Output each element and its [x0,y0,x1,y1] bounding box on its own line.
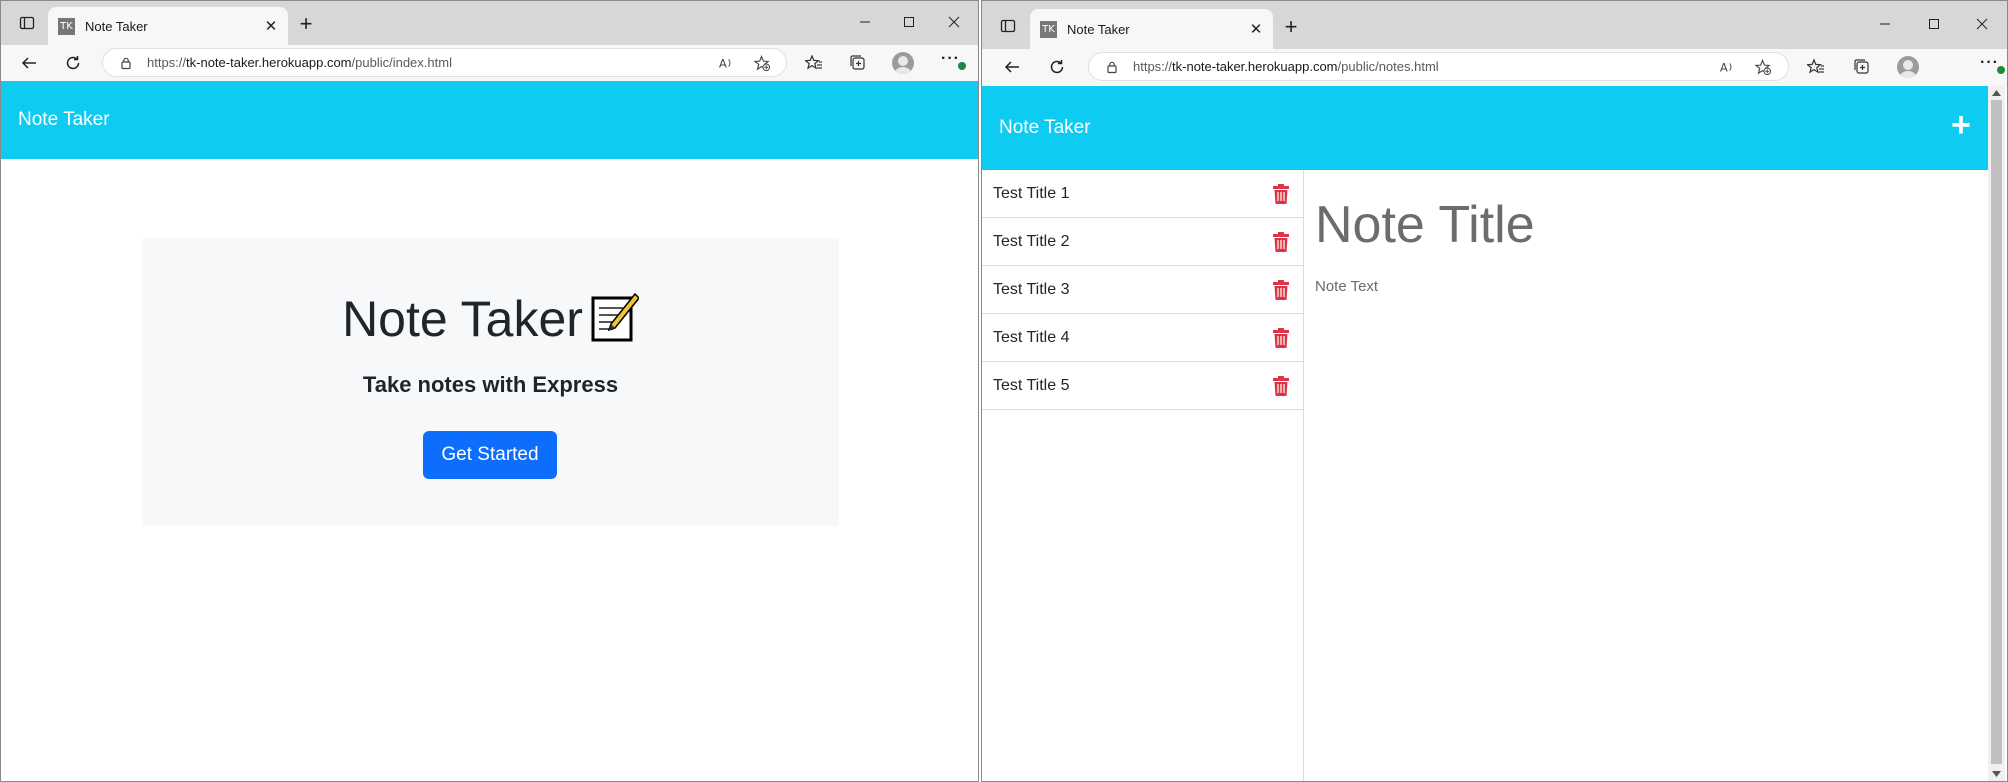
back-icon[interactable] [14,48,44,78]
note-title-input[interactable] [1315,190,1965,260]
scroll-down-icon[interactable] [1992,771,2001,777]
note-list: Test Title 1 Test Title 2 Test Title 3 T… [982,170,1304,781]
memo-icon [591,292,640,342]
lock-icon[interactable] [1105,60,1119,74]
note-list-title[interactable]: Test Title 3 [993,281,1069,299]
list-item[interactable]: Test Title 2 [982,218,1303,266]
navbar: Note Taker + [982,86,1988,170]
browser-toolbar: https://tk-note-taker.herokuapp.com/publ… [982,49,2007,86]
note-list-title[interactable]: Test Title 5 [993,377,1069,395]
page-viewport: Note Taker Note Taker Take notes with Ex… [1,81,978,781]
close-tab-icon[interactable]: ✕ [262,17,280,35]
new-tab-button[interactable]: + [1279,14,1303,39]
hero-subheading: Take notes with Express [362,372,619,397]
refresh-icon[interactable] [1042,52,1072,82]
workspaces-icon[interactable] [13,9,41,37]
scroll-up-icon[interactable] [1992,90,2001,96]
trash-icon[interactable] [1273,376,1289,396]
url-text: https://tk-note-taker.herokuapp.com/publ… [147,55,452,70]
close-window-icon[interactable] [1959,9,2005,39]
trash-icon[interactable] [1273,280,1289,300]
close-window-icon[interactable] [931,7,977,37]
favorites-icon[interactable] [802,51,826,75]
url-text: https://tk-note-taker.herokuapp.com/publ… [1133,59,1439,74]
address-bar[interactable]: https://tk-note-taker.herokuapp.com/publ… [102,48,787,77]
navbar: Note Taker [1,81,978,159]
more-icon[interactable]: ··· [941,50,966,70]
navbar-brand[interactable]: Note Taker [18,109,110,131]
navbar-brand[interactable]: Note Taker [999,117,1091,139]
trash-icon[interactable] [1273,232,1289,252]
trash-icon[interactable] [1273,184,1289,204]
scrollbar-thumb[interactable] [1991,100,2002,764]
svg-text:A: A [719,56,727,70]
tab-note-taker[interactable]: TK Note Taker ✕ [1030,9,1273,49]
page-viewport: Note Taker + Test Title 1 Test Title 2 T… [982,86,2007,781]
profile-icon[interactable] [1897,56,1919,78]
workspaces-icon[interactable] [994,12,1022,40]
refresh-icon[interactable] [58,48,88,78]
lock-icon[interactable] [119,56,133,70]
close-tab-icon[interactable]: ✕ [1247,20,1265,38]
note-editor [1305,170,1988,781]
collections-icon[interactable] [846,51,870,75]
more-icon[interactable]: ··· [1980,54,2005,74]
hero-heading: Note Taker [142,290,839,348]
minimize-icon[interactable] [1862,9,1908,39]
add-favorite-icon[interactable] [751,52,773,74]
trash-icon[interactable] [1273,328,1289,348]
note-text-input[interactable] [1315,278,1965,478]
read-aloud-icon[interactable]: A [715,52,737,74]
note-list-title[interactable]: Test Title 1 [993,185,1069,203]
tab-title: Note Taker [1067,21,1130,37]
list-item[interactable]: Test Title 3 [982,266,1303,314]
address-bar[interactable]: https://tk-note-taker.herokuapp.com/publ… [1088,52,1789,81]
get-started-button[interactable]: Get Started [423,431,557,479]
browser-window-right: TK Note Taker ✕ + https://tk-note-taker.… [981,0,2008,782]
plus-icon[interactable]: + [1951,108,1971,142]
read-aloud-icon[interactable]: A [1716,56,1738,78]
list-item[interactable]: Test Title 1 [982,170,1303,218]
maximize-icon[interactable] [886,7,932,37]
minimize-icon[interactable] [842,7,888,37]
browser-window-left: TK Note Taker ✕ + https://tk-note-taker.… [0,0,979,782]
back-icon[interactable] [997,52,1027,82]
favorites-icon[interactable] [1804,55,1828,79]
add-favorite-icon[interactable] [1752,56,1774,78]
note-list-title[interactable]: Test Title 4 [993,329,1069,347]
tab-strip: TK Note Taker ✕ + [982,1,2007,49]
tab-title: Note Taker [85,18,148,34]
note-list-title[interactable]: Test Title 2 [993,233,1069,251]
maximize-icon[interactable] [1911,9,1957,39]
favicon-icon: TK [58,17,75,35]
list-item[interactable]: Test Title 4 [982,314,1303,362]
browser-toolbar: https://tk-note-taker.herokuapp.com/publ… [1,45,978,81]
collections-icon[interactable] [1850,55,1874,79]
jumbotron: Note Taker Take notes with Express Get S… [142,238,839,526]
profile-icon[interactable] [892,52,914,74]
scrollbar[interactable] [1988,86,2005,781]
svg-text:A: A [1720,60,1728,74]
list-item[interactable]: Test Title 5 [982,362,1303,410]
tab-strip: TK Note Taker ✕ + [1,1,978,45]
new-tab-button[interactable]: + [294,11,318,36]
favicon-icon: TK [1040,20,1057,38]
tab-note-taker[interactable]: TK Note Taker ✕ [48,7,288,45]
